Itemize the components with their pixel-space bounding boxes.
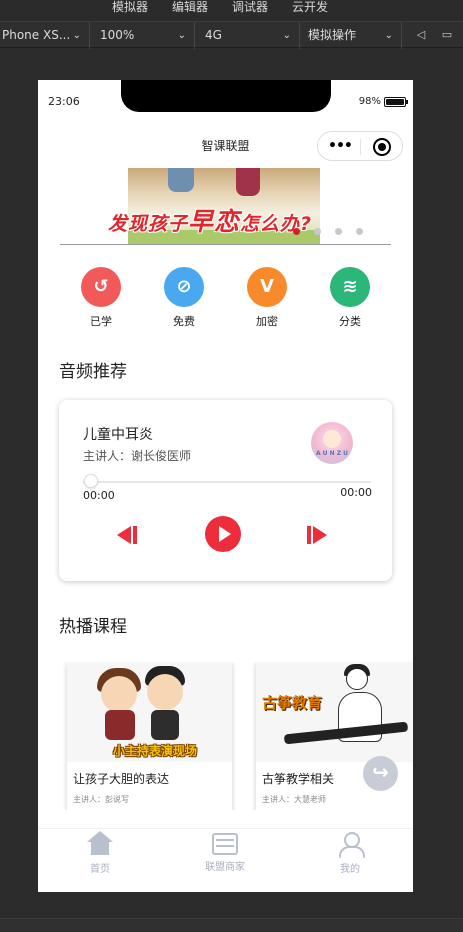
category-learned[interactable]: ↺ 已学 <box>71 267 131 329</box>
category-label: 分类 <box>339 315 361 328</box>
ide-menubar: 模拟器 编辑器 调试器 云开发 <box>0 0 463 18</box>
progress-thumb[interactable] <box>84 474 98 488</box>
carousel-dot[interactable] <box>314 228 321 235</box>
course-title: 让孩子大胆的表达 <box>73 772 170 786</box>
menu-simulator[interactable]: 模拟器 <box>112 0 148 14</box>
category-label: 已学 <box>90 315 112 328</box>
course-speaker: 主讲人：彭说写 <box>73 795 129 804</box>
audio-cover-avatar: A U N Z U <box>311 422 353 464</box>
course-card[interactable]: 小主持表演现场 让孩子大胆的表达 主讲人：彭说写 <box>67 662 232 810</box>
tab-label: 我的 <box>340 864 360 875</box>
sim-ops-value: 模拟操作 <box>308 28 357 42</box>
prev-track-icon[interactable] <box>115 526 137 544</box>
network-select-value: 4G <box>205 28 222 42</box>
audio-title: 儿童中耳炎 <box>83 427 153 443</box>
store-icon <box>212 833 238 855</box>
banner-text-big: 早恋 <box>188 207 241 236</box>
chevron-down-icon: ⌄ <box>282 30 291 41</box>
course-thumbnail-tag: 小主持表演现场 <box>112 744 197 758</box>
phone-screen: 23:06 98% 智课联盟 ••• 发现孩子早恋怎么办? ↺ 已学 ⊘ 免费 … <box>38 80 413 892</box>
carousel-dot[interactable] <box>293 228 300 235</box>
tab-bar: 首页 联盟商家 我的 <box>38 828 413 892</box>
course-thumbnail-tag: 古筝教育 <box>262 694 323 712</box>
course-thumbnail: 小主持表演现场 <box>67 662 232 762</box>
more-icon[interactable]: ••• <box>328 139 353 153</box>
category-grid: ↺ 已学 ⊘ 免费 V 加密 ≋ 分类 <box>38 267 413 329</box>
carousel-dot[interactable] <box>356 228 363 235</box>
carousel-dot[interactable] <box>335 228 342 235</box>
menu-debugger[interactable]: 调试器 <box>232 0 268 14</box>
banner-headline: 发现孩子早恋怎么办? <box>108 202 388 238</box>
status-bar: 23:06 98% <box>38 80 413 124</box>
device-select-value: Phone XS... <box>2 28 71 42</box>
audio-player-card: 儿童中耳炎 主讲人：谢长俊医师 A U N Z U 00:00 00:00 <box>59 400 392 581</box>
hot-course-list: 小主持表演现场 让孩子大胆的表达 主讲人：彭说写 古筝教育 古筝教学相关 主讲人… <box>38 662 413 810</box>
category-encrypted[interactable]: V 加密 <box>237 267 297 329</box>
chevron-down-icon: ⌄ <box>72 30 81 41</box>
miniprogram-capsule: ••• <box>317 131 403 161</box>
banner-text-pre: 发现孩子 <box>108 213 189 235</box>
tab-label: 联盟商家 <box>205 862 245 873</box>
tab-me[interactable]: 我的 <box>310 831 390 875</box>
notch <box>121 80 331 112</box>
free-icon: ⊘ <box>164 267 204 307</box>
category-label: 免费 <box>173 315 195 328</box>
menu-cloud[interactable]: 云开发 <box>292 0 328 14</box>
chevron-down-icon: ⌄ <box>177 30 186 41</box>
window-icon[interactable]: ▭ <box>440 28 454 42</box>
menu-editor[interactable]: 编辑器 <box>172 0 208 14</box>
volume-icon[interactable]: ◁ <box>414 28 428 42</box>
zoom-select-value: 100% <box>100 28 135 42</box>
history-icon: ↺ <box>81 267 121 307</box>
next-track-icon[interactable] <box>307 526 329 544</box>
hot-section-title: 热播课程 <box>59 617 127 637</box>
category-label: 加密 <box>256 315 278 328</box>
progress-track[interactable] <box>83 481 371 483</box>
audio-speaker: 主讲人：谢长俊医师 <box>83 449 192 463</box>
chevron-down-icon: ⌄ <box>384 30 393 41</box>
layers-icon: ≋ <box>330 267 370 307</box>
status-time: 23:06 <box>48 95 80 108</box>
play-button[interactable] <box>205 516 241 552</box>
device-select[interactable]: Phone XS... ⌄ <box>0 22 90 49</box>
current-time: 00:00 <box>83 489 115 502</box>
course-title: 古筝教学相关 <box>262 772 335 786</box>
category-free[interactable]: ⊘ 免费 <box>154 267 214 329</box>
tab-merchants[interactable]: 联盟商家 <box>185 831 265 873</box>
ide-toolbar: Phone XS... ⌄ 100% ⌄ 4G ⌄ 模拟操作 ⌄ ◁ ▭ <box>0 21 463 49</box>
share-fab-icon[interactable] <box>363 756 398 791</box>
course-thumbnail: 古筝教育 <box>256 662 413 762</box>
sim-ops-select[interactable]: 模拟操作 ⌄ <box>306 22 402 49</box>
network-select[interactable]: 4G ⌄ <box>203 22 300 49</box>
vip-icon: V <box>247 267 287 307</box>
banner-text-post: 怎么办? <box>240 213 313 235</box>
tab-label: 首页 <box>90 864 110 875</box>
category-classify[interactable]: ≋ 分类 <box>320 267 380 329</box>
user-icon <box>337 831 365 858</box>
avatar-text: A U N Z U <box>315 450 349 457</box>
ide-bottom-strip <box>0 918 463 932</box>
course-speaker: 主讲人：大慧老师 <box>262 795 326 804</box>
nav-bar: 智课联盟 ••• <box>38 124 413 168</box>
battery-percent: 98% <box>358 96 381 107</box>
home-icon <box>87 831 113 857</box>
zoom-select[interactable]: 100% ⌄ <box>98 22 195 49</box>
audio-section-title: 音频推荐 <box>59 362 127 382</box>
battery-icon <box>384 97 408 107</box>
close-target-icon[interactable] <box>373 138 391 156</box>
tab-home[interactable]: 首页 <box>60 831 140 875</box>
total-time: 00:00 <box>340 486 372 499</box>
